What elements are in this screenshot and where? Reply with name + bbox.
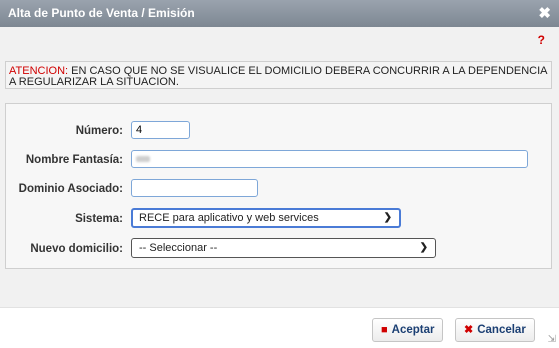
redacted-value [136,156,150,162]
dialog-content: ? ATENCION: EN CASO QUE NO SE VISUALICE … [0,27,559,307]
row-dominio-asociado: Dominio Asociado: [6,178,551,200]
row-numero: Número: 4 [6,120,551,142]
nuevo-domicilio-select[interactable]: -- Seleccionar -- ❯ [131,238,436,258]
aceptar-button[interactable]: ■ Aceptar [372,318,444,342]
resize-handle-icon[interactable]: ⇲ [548,334,556,345]
sistema-selected: RECE para aplicativo y web services [139,212,319,224]
chevron-down-icon: ❯ [419,242,428,253]
dominio-asociado-input[interactable] [131,179,258,197]
numero-label: Número: [75,125,123,137]
aceptar-label: Aceptar [391,324,435,336]
save-icon: ■ [381,324,388,336]
cancelar-label: Cancelar [477,324,526,336]
warning-text: EN CASO QUE NO SE VISUALICE EL DOMICILIO… [9,65,547,88]
close-icon[interactable]: ✖ [538,0,551,27]
chevron-down-icon: ❯ [383,212,392,223]
numero-input[interactable]: 4 [131,121,190,139]
nuevo-domicilio-selected: -- Seleccionar -- [139,242,218,254]
nombre-fantasia-label: Nombre Fantasía: [25,154,123,166]
footer-divider [0,307,559,308]
nombre-fantasia-input[interactable] [131,150,528,168]
dialog-titlebar[interactable]: Alta de Punto de Venta / Emisión ✖ [0,0,559,27]
warning-message: ATENCION: EN CASO QUE NO SE VISUALICE EL… [5,61,552,89]
row-nombre-fantasia: Nombre Fantasía: [6,149,551,171]
sistema-select[interactable]: RECE para aplicativo y web services ❯ [131,208,401,228]
dialog-title: Alta de Punto de Venta / Emisión [8,6,195,20]
row-nuevo-domicilio: Nuevo domicilio: -- Seleccionar -- ❯ [6,238,551,260]
x-icon: ✖ [464,324,474,336]
help-icon[interactable]: ? [538,33,545,47]
dominio-asociado-label: Dominio Asociado: [18,183,123,195]
row-sistema: Sistema: RECE para aplicativo y web serv… [6,208,551,230]
cancelar-button[interactable]: ✖ Cancelar [455,318,535,342]
sistema-label: Sistema: [75,213,123,225]
form-panel: Número: 4 Nombre Fantasía: Dominio Asoci… [5,103,552,269]
nuevo-domicilio-label: Nuevo domicilio: [30,243,123,255]
